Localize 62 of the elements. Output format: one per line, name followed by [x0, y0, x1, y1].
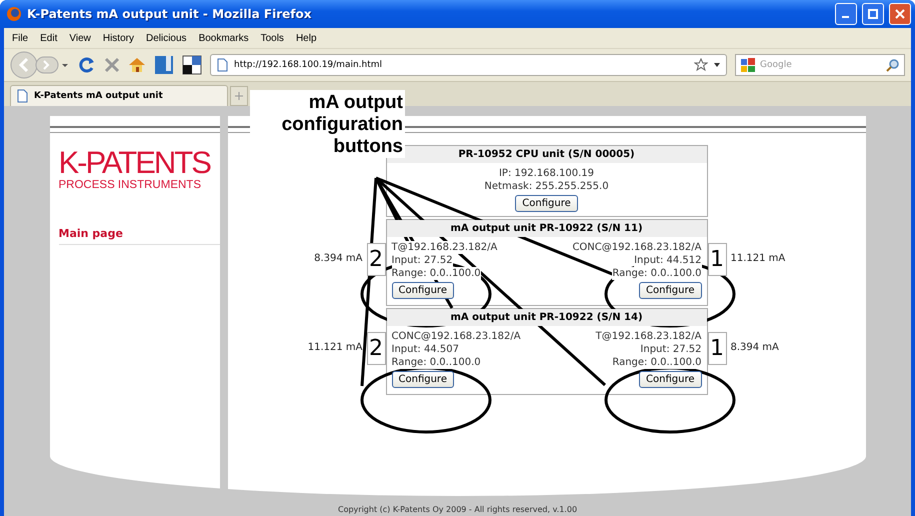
home-icon[interactable]: [128, 56, 146, 74]
channel-number: 2: [366, 243, 386, 276]
configure-button[interactable]: Configure: [639, 282, 702, 299]
address-field[interactable]: http://192.168.100.19/main.html: [210, 54, 727, 76]
channel-number: 1: [708, 243, 726, 276]
current-reading: 11.121 mA: [730, 253, 786, 264]
minimize-button[interactable]: [835, 3, 857, 25]
channel-source: CONC@192.168.23.182/A: [392, 330, 521, 343]
channel-source: CONC@192.168.23.182/A: [572, 241, 702, 254]
nav-link[interactable]: Main page: [58, 227, 220, 245]
page-icon: [217, 58, 228, 72]
plus-icon: [235, 92, 243, 100]
channel-range: Range: 0.0..100.0: [612, 356, 702, 369]
callout-text: mA output: [308, 92, 403, 114]
channel-range: Range: 0.0..100.0: [392, 267, 481, 280]
menu-item[interactable]: Help: [296, 32, 317, 44]
bookmark-icon[interactable]: [154, 55, 174, 75]
channel-source: T@192.168.23.182/A: [596, 330, 702, 343]
search-icon[interactable]: [886, 58, 900, 72]
stop-icon[interactable]: [104, 57, 120, 73]
menu-item[interactable]: File: [12, 32, 28, 44]
channel-range: Range: 0.0..100.0: [612, 267, 702, 280]
copyright-text: Copyright (c) K-Patents Oy 2009 - All rights reserved, v.1.00: [338, 505, 578, 514]
checkered-icon[interactable]: [182, 55, 202, 75]
configure-button[interactable]: Configure: [639, 371, 702, 388]
google-icon[interactable]: [740, 57, 756, 73]
star-icon[interactable]: [694, 58, 708, 72]
configure-button[interactable]: Configure: [392, 282, 454, 299]
panel-title: mA output unit PR-10922 (S/N 11): [386, 220, 706, 237]
close-button[interactable]: [889, 3, 911, 25]
input-value: Input: 27.52: [392, 254, 453, 267]
channel-range: Range: 0.0..100.0: [392, 356, 481, 369]
menu-item[interactable]: Edit: [40, 32, 58, 44]
channel-source: T@192.168.23.182/A: [392, 241, 498, 254]
company-logo: K-PATENTS: [58, 147, 210, 179]
logo-tagline: PROCESS INSTRUMENTS: [58, 179, 201, 191]
maximize-icon: [868, 9, 878, 19]
callout-text: configuration: [282, 114, 403, 136]
firefox-icon: [6, 6, 22, 22]
menu-item[interactable]: History: [102, 32, 134, 44]
channel-number: 1: [708, 332, 726, 365]
input-value: Input: 44.507: [392, 343, 459, 356]
current-reading: 8.394 mA: [313, 253, 364, 264]
channel-number: 2: [366, 332, 386, 365]
dropdown-icon[interactable]: [714, 63, 720, 67]
configure-button[interactable]: Configure: [392, 371, 454, 388]
menu-item[interactable]: View: [69, 32, 91, 44]
menu-item[interactable]: Bookmarks: [198, 32, 249, 44]
panel-title: mA output unit PR-10922 (S/N 14): [386, 309, 706, 326]
menu-item[interactable]: Delicious: [146, 32, 187, 44]
window-title: K-Patents mA output unit - Mozilla Firefox: [27, 7, 312, 21]
close-icon: [895, 9, 905, 19]
input-value: Input: 27.52: [640, 343, 702, 356]
menu-item[interactable]: Tools: [260, 32, 284, 44]
configure-button[interactable]: Configure: [515, 195, 578, 212]
page-icon: [17, 89, 28, 103]
maximize-button[interactable]: [862, 3, 884, 25]
current-reading: 11.121 mA: [306, 342, 364, 353]
browser-tab[interactable]: K-Patents mA output unit: [10, 85, 228, 106]
input-value: Input: 44.512: [634, 254, 702, 267]
current-reading: 8.394 mA: [730, 342, 780, 353]
reload-icon[interactable]: [78, 56, 96, 74]
